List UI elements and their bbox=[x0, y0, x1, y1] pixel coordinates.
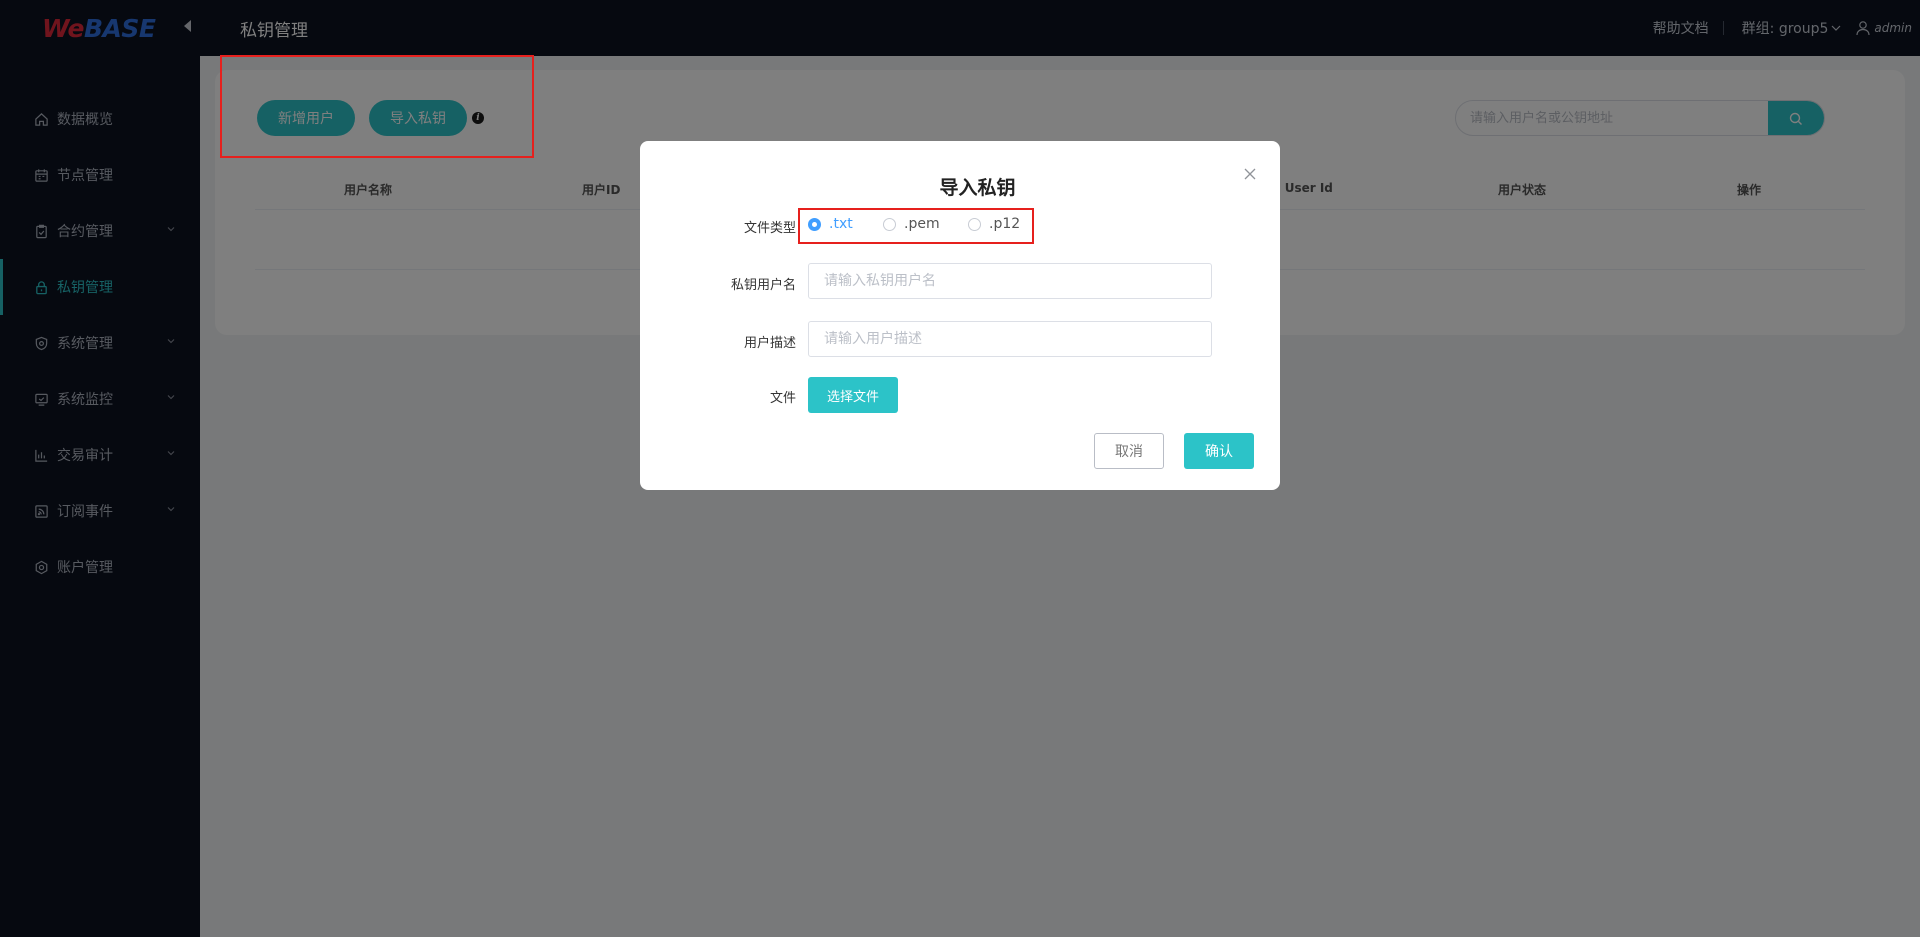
cancel-button[interactable]: 取消 bbox=[1094, 433, 1164, 469]
confirm-button[interactable]: 确认 bbox=[1184, 433, 1254, 469]
radio-label: .pem bbox=[904, 216, 940, 232]
close-icon[interactable] bbox=[1243, 167, 1257, 181]
file-label: 文件 bbox=[769, 391, 796, 406]
radio-pem[interactable]: .pem bbox=[883, 216, 940, 232]
dialog-title: 导入私钥 bbox=[939, 177, 1016, 199]
user-description-input[interactable] bbox=[808, 321, 1212, 357]
import-private-key-dialog: 导入私钥 文件类型 .txt .pem .p12 私钥用户名 用户描述 文件 选… bbox=[640, 141, 1280, 490]
radio-label: .p12 bbox=[989, 216, 1021, 232]
radio-dot bbox=[968, 217, 981, 231]
choose-file-button[interactable]: 选择文件 bbox=[808, 377, 898, 413]
user-description-label: 用户描述 bbox=[743, 336, 796, 351]
radio-txt[interactable]: .txt bbox=[808, 216, 853, 232]
key-username-input[interactable] bbox=[808, 263, 1212, 299]
file-type-label: 文件类型 bbox=[743, 221, 796, 236]
key-username-label: 私钥用户名 bbox=[730, 278, 796, 293]
radio-p12[interactable]: .p12 bbox=[968, 216, 1020, 232]
radio-dot bbox=[883, 217, 896, 231]
radio-dot bbox=[808, 217, 821, 231]
radio-label: .txt bbox=[829, 216, 853, 232]
